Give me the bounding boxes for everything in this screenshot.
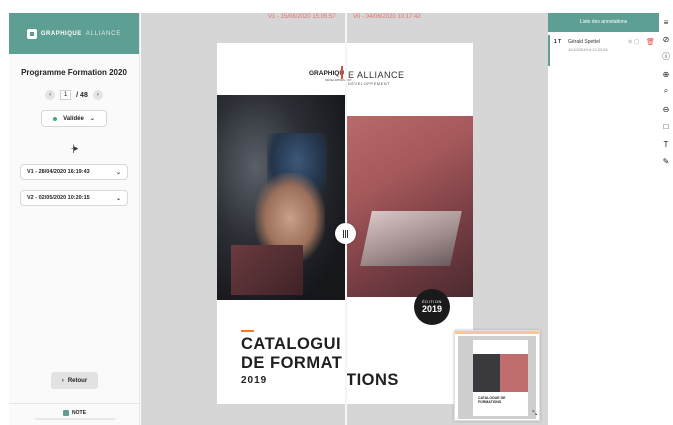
compare-canvas[interactable]: V1 - 15/08/2020 15:05:57 V0 - 04/06/2020…: [141, 13, 548, 425]
minimap-preview: CATALOGUE DE FORMATIONS: [458, 336, 536, 419]
annotations-panel: Liste des annotations 1 T Gérald Spettel…: [548, 13, 659, 425]
page-total: / 48: [76, 91, 88, 99]
note-logo-icon: [63, 409, 70, 416]
left-version-label: V1 - 15/08/2020 15:05:57: [268, 14, 336, 20]
page-number-input[interactable]: 1: [60, 90, 72, 100]
pen-icon[interactable]: ✎: [661, 156, 671, 166]
minimap-photo-left: [473, 354, 500, 392]
next-page-button[interactable]: ›: [92, 90, 103, 100]
doc-logo-right: E ALLIANCE: [348, 70, 405, 80]
chevron-down-icon: ⌄: [115, 195, 121, 202]
footer-logo-text: NOTE: [72, 409, 86, 416]
minimap-title: CATALOGUE DE FORMATIONS: [478, 396, 506, 404]
cover-photo-right: [346, 116, 473, 297]
project-title: Programme Formation 2020: [21, 68, 127, 77]
brand-logo-icon: [26, 28, 37, 39]
annotation-actions[interactable]: ⊘ ◯: [628, 39, 639, 45]
footer-credit-line: [34, 417, 115, 420]
menu-icon[interactable]: ≡: [661, 17, 671, 27]
trash-icon[interactable]: 🗑: [646, 38, 655, 46]
footer-logo: NOTE: [63, 409, 86, 416]
expand-icon[interactable]: ⤡: [532, 411, 537, 418]
annotations-header: Liste des annotations: [548, 13, 659, 32]
handle-grip-icon: [347, 229, 348, 238]
cover-title-line2: DE FORMAT: [241, 354, 343, 372]
version-select-2-label: V2 - 02/05/2020 10:20:15: [27, 195, 90, 201]
title-accent-bar: [241, 330, 254, 332]
doc-logo-left: GRAPHIQU: [309, 70, 345, 77]
square-icon[interactable]: □: [661, 121, 671, 131]
app-root: GRAPHIQUE ALLIANCE Programme Formation 2…: [0, 0, 673, 425]
left-sidebar: GRAPHIQUE ALLIANCE Programme Formation 2…: [9, 13, 140, 425]
info-icon[interactable]: ⓘ: [661, 51, 671, 61]
doc-logo-separator: [341, 66, 343, 79]
minimap-page: CATALOGUE DE FORMATIONS: [473, 340, 528, 416]
page-pager: ‹ 1 / 48 ›: [9, 90, 139, 100]
photo-sleeve: [231, 245, 303, 295]
minimap-viewport-bar: [455, 331, 539, 334]
version-select-2[interactable]: V2 - 02/05/2020 10:20:15 ⌄: [20, 190, 128, 206]
edition-badge-year: 2019: [421, 304, 443, 314]
tool-rail: ≡ ⊘ ⓘ ⊕ ⌕ ⊖ □ T ✎: [659, 13, 673, 425]
minimap-photo-right: [500, 354, 528, 392]
prev-page-button[interactable]: ‹: [45, 90, 56, 100]
minimap[interactable]: CATALOGUE DE FORMATIONS ⤡: [454, 330, 540, 421]
text-icon[interactable]: T: [661, 139, 671, 149]
status-label: Validée: [63, 115, 84, 122]
version-select-1[interactable]: V1 - 28/04/2020 16:19:43 ⌄: [20, 164, 128, 180]
compare-split-icon[interactable]: ·|▸: [9, 143, 139, 154]
right-version-label: V0 - 04/06/2020 10:17:42: [353, 14, 421, 20]
brand-suffix: ALLIANCE: [85, 30, 122, 37]
handle-grip-icon: [343, 229, 344, 238]
brand-name: GRAPHIQUE: [40, 30, 82, 37]
back-button[interactable]: ‹ Retour: [51, 372, 98, 389]
zoom-in-icon[interactable]: ⊕: [661, 69, 671, 79]
version-select-1-label: V1 - 28/04/2020 16:19:43: [27, 169, 90, 175]
annotation-date: 11/10/2019 à 12:22:54: [568, 47, 608, 52]
annotation-number: 1 T: [554, 39, 562, 45]
handle-grip-icon: [345, 229, 346, 238]
annotation-item[interactable]: 1 T Gérald Spettel 11/10/2019 à 12:22:54…: [548, 35, 659, 66]
status-dot-icon: [53, 116, 58, 121]
doc-logo-right-sub: DÉVELOPPEMENT: [348, 81, 391, 86]
cover-title-line1: CATALOGUI: [241, 335, 342, 353]
annotation-author: Gérald Spettel: [568, 39, 600, 45]
split-handle[interactable]: [335, 223, 356, 244]
chevron-left-icon: ‹: [61, 377, 64, 384]
zoom-out-icon[interactable]: ⊖: [661, 104, 671, 114]
edition-badge: ÉDITION 2019: [414, 289, 450, 325]
eye-off-icon[interactable]: ⊘: [661, 34, 671, 44]
cover-photo-left: [217, 95, 346, 300]
chevron-down-icon: ⌄: [89, 116, 95, 122]
search-icon[interactable]: ⌕: [661, 86, 671, 96]
cover-year: 2019: [241, 375, 268, 386]
brand-header: GRAPHIQUE ALLIANCE: [9, 13, 139, 54]
photo-laptop: [360, 211, 462, 266]
status-select[interactable]: Validée ⌄: [41, 110, 107, 127]
sidebar-footer: NOTE: [9, 403, 140, 425]
chevron-down-icon: ⌄: [115, 169, 121, 176]
split-divider[interactable]: [345, 13, 347, 425]
back-button-label: Retour: [67, 377, 88, 384]
